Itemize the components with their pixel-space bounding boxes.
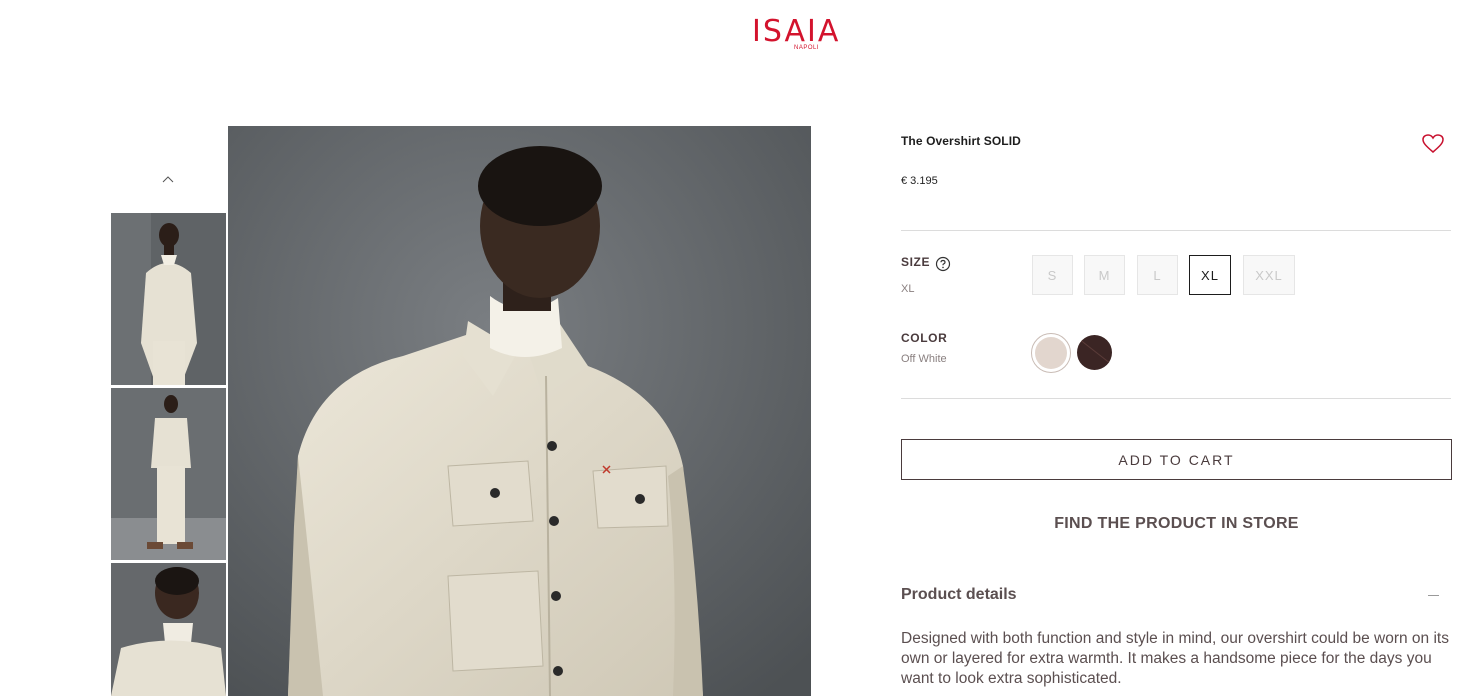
thumbnail-1[interactable]	[111, 213, 226, 385]
selected-size: XL	[901, 283, 915, 295]
heart-icon[interactable]	[1421, 133, 1445, 155]
divider	[901, 230, 1451, 231]
color-swatch-dark-brown[interactable]	[1077, 335, 1112, 370]
selected-color: Off White	[901, 353, 947, 365]
size-option-s[interactable]: S	[1032, 255, 1073, 295]
add-to-cart-button[interactable]: ADD TO CART	[901, 439, 1452, 480]
thumbnail-2[interactable]	[111, 388, 226, 560]
find-in-store-link[interactable]: FIND THE PRODUCT IN STORE	[901, 515, 1452, 533]
question-circle-icon[interactable]	[935, 256, 951, 272]
size-option-xxl[interactable]: XXL	[1243, 255, 1295, 295]
size-option-m[interactable]: M	[1084, 255, 1125, 295]
size-label: SIZE	[901, 255, 931, 269]
product-details-text: Designed with both function and style in…	[901, 630, 1449, 687]
product-title: The Overshirt SOLID	[901, 134, 1021, 148]
size-option-l[interactable]: L	[1137, 255, 1178, 295]
divider	[901, 398, 1451, 399]
color-label: COLOR	[901, 331, 948, 345]
color-swatch-off-white[interactable]	[1031, 333, 1071, 373]
thumbnail-3[interactable]	[111, 563, 226, 696]
size-option-xl[interactable]: XL	[1189, 255, 1231, 295]
brand-logo[interactable]: ISAIA NAPOLI	[752, 14, 876, 56]
product-price: € 3.195	[901, 175, 938, 187]
chevron-up-icon[interactable]	[158, 170, 178, 190]
brand-sub: NAPOLI	[794, 45, 820, 51]
minus-icon[interactable]	[1428, 595, 1439, 596]
product-main-image[interactable]	[228, 126, 811, 696]
product-details-heading[interactable]: Product details	[901, 586, 1017, 604]
